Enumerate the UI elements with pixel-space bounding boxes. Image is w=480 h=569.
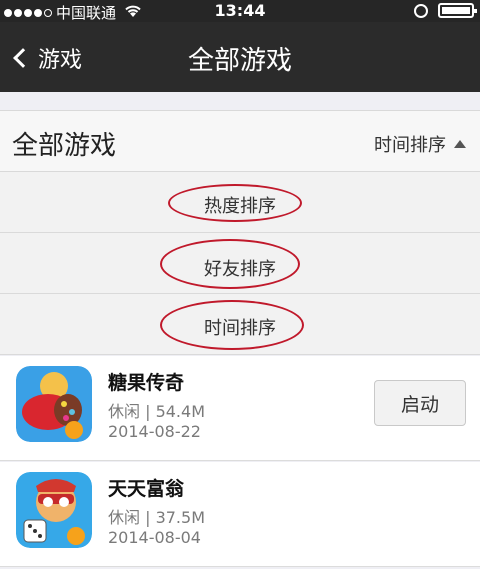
launch-button[interactable]: 启动 <box>374 380 466 426</box>
page-title: 全部游戏 <box>187 46 292 76</box>
section-header: 全部游戏 时间排序 <box>0 110 480 172</box>
tiantian-fuweng-icon <box>16 472 92 548</box>
game-row-candy-crush[interactable]: 糖果传奇 休闲 | 54.4M 2014-08-22 启动 <box>0 356 480 461</box>
game-date: 2014-08-22 <box>108 422 201 441</box>
sort-toggle-label: 时间排序 <box>374 135 446 156</box>
sort-toggle[interactable]: 时间排序 <box>374 131 466 157</box>
candy-crush-icon <box>16 366 92 442</box>
highlight-circle <box>168 184 302 222</box>
game-name: 糖果传奇 <box>108 372 185 394</box>
rotation-lock-icon <box>414 3 428 18</box>
status-time: 13:44 <box>214 1 266 20</box>
nav-bar: 游戏 全部游戏 <box>0 22 480 92</box>
game-meta: 休闲 | 54.4M <box>108 402 205 421</box>
game-name: 天天富翁 <box>108 478 185 500</box>
triangle-up-icon <box>454 140 466 148</box>
sort-option-friends[interactable]: 好友排序 <box>0 233 480 294</box>
highlight-circle <box>160 239 300 289</box>
highlight-circle <box>160 300 304 350</box>
sort-option-hot[interactable]: 热度排序 <box>0 172 480 233</box>
section-title: 全部游戏 <box>12 131 117 161</box>
game-date: 2014-08-04 <box>108 528 201 547</box>
status-right <box>414 3 477 18</box>
sort-option-time[interactable]: 时间排序 <box>0 294 480 355</box>
game-meta: 休闲 | 37.5M <box>108 508 205 527</box>
status-bar: 中国联通 13:44 <box>0 0 480 22</box>
battery-icon <box>438 3 477 18</box>
game-row-tiantian-fuweng[interactable]: 天天富翁 休闲 | 37.5M 2014-08-04 <box>0 462 480 567</box>
